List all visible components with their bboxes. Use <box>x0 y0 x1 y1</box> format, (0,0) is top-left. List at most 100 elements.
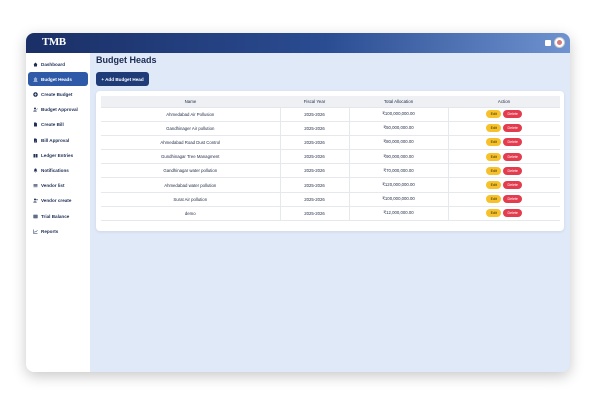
sidebar-item-vendor-create[interactable]: Vendor create <box>28 194 88 208</box>
list-icon <box>33 183 38 188</box>
sidebar-item-notifications[interactable]: Notifications <box>28 163 88 177</box>
cell-fiscal-year: 2025-2026 <box>280 177 350 193</box>
cell-total-allocation: ₹100,000,000.00 <box>349 192 449 207</box>
header-action: Action <box>448 96 560 108</box>
sidebar-item-label: Dashboard <box>41 61 65 67</box>
avatar[interactable] <box>554 37 565 48</box>
cell-name: demo <box>101 206 281 222</box>
menu-icon[interactable] <box>545 40 551 46</box>
delete-button[interactable]: Delete <box>503 195 523 204</box>
cell-name: Gundhinagar Tree Managment <box>101 149 281 165</box>
cell-fiscal-year: 2025-2026 <box>280 121 350 136</box>
bell-icon <box>33 168 38 173</box>
sidebar-item-budget-heads[interactable]: Budget Heads <box>28 72 88 87</box>
cell-name: Surat Air pollution <box>101 192 281 207</box>
sidebar-item-label: Budget Approval <box>41 107 78 113</box>
row-actions: Edit Delete <box>486 124 523 133</box>
table-row: Gundhinagar Tree Managment 2025-2026 ₹90,0… <box>101 149 560 165</box>
sidebar-item-trial-balance[interactable]: Trial Balance <box>28 209 88 223</box>
budget-heads-table: Name Fiscal Year Total Allocation Action… <box>101 96 560 222</box>
sidebar-item-label: Bill Approval <box>41 137 70 143</box>
edit-button[interactable]: Edit <box>486 152 502 161</box>
sidebar-item-label: Create Budget <box>41 91 73 97</box>
delete-button[interactable]: Delete <box>503 209 523 218</box>
sidebar-item-bill-approval[interactable]: Bill Approval <box>28 133 88 147</box>
scale-icon <box>33 214 38 219</box>
delete-button[interactable]: Delete <box>503 181 523 190</box>
row-actions: Edit Delete <box>486 181 523 190</box>
home-icon <box>33 62 38 67</box>
edit-button[interactable]: Edit <box>486 124 502 133</box>
cell-fiscal-year: 2025-2026 <box>280 206 350 222</box>
sidebar-item-label: Vendor create <box>41 198 72 204</box>
file-icon <box>33 122 38 127</box>
page-title: Budget Heads <box>96 55 157 65</box>
delete-button[interactable]: Delete <box>503 110 523 119</box>
sidebar-item-vendor-list[interactable]: Vendor list <box>28 179 88 193</box>
edit-button[interactable]: Edit <box>486 138 502 147</box>
row-actions: Edit Delete <box>486 209 523 218</box>
top-bar: TMB <box>26 33 570 53</box>
sidebar-item-label: Vendor list <box>41 183 65 189</box>
cell-total-allocation: ₹12,000,000.00 <box>349 206 449 222</box>
cell-name: Ahmedabad water pollution <box>101 177 281 193</box>
sidebar-item-label: Budget Heads <box>41 76 72 82</box>
cell-name: Ahmedabad Road Dust Control <box>101 135 281 151</box>
user-plus-icon <box>33 198 38 203</box>
cell-action: Edit Delete <box>448 121 560 136</box>
cell-fiscal-year: 2025-2026 <box>280 135 350 151</box>
cell-total-allocation: ₹100,000,000.00 <box>349 107 449 122</box>
header-name: Name <box>101 96 280 108</box>
table-row: Ahmedabad Air Pollusion 2025-2026 ₹100,000… <box>101 107 560 122</box>
table-row: Ahmedabad water pollution 2025-2026 ₹120,0… <box>101 177 560 193</box>
sidebar-item-budget-approval[interactable]: Budget Approval <box>28 103 88 117</box>
sidebar-item-create-bill[interactable]: Create Bill <box>28 118 88 132</box>
cell-action: Edit Delete <box>448 206 560 222</box>
row-actions: Edit Delete <box>486 110 523 119</box>
plus-circle-icon <box>33 92 38 97</box>
table-row: Ahmedabad Road Dust Control 2025-2026 ₹80,… <box>101 135 560 151</box>
row-actions: Edit Delete <box>486 138 523 147</box>
edit-button[interactable]: Edit <box>486 166 502 175</box>
cell-total-allocation: ₹50,000,000.00 <box>349 121 449 136</box>
cell-action: Edit Delete <box>448 163 560 179</box>
sidebar-item-label: Create Bill <box>41 122 64 128</box>
row-actions: Edit Delete <box>486 152 523 161</box>
delete-button[interactable]: Delete <box>503 124 523 133</box>
cell-name: Gandhinager Air pollution <box>101 121 281 136</box>
cell-total-allocation: ₹80,000,000.00 <box>349 135 449 151</box>
row-actions: Edit Delete <box>486 166 523 175</box>
app-logo[interactable]: TMB <box>42 36 66 48</box>
table-row: Gandhinagar water pollution 2025-2026 ₹70,… <box>101 163 560 179</box>
cell-fiscal-year: 2025-2026 <box>280 149 350 165</box>
sidebar-item-dashboard[interactable]: Dashboard <box>28 57 88 71</box>
sidebar: Dashboard Budget Heads Create Budget Budget… <box>26 53 90 372</box>
header-total-allocation: Total Allocation <box>349 96 448 108</box>
delete-button[interactable]: Delete <box>503 152 523 161</box>
edit-button[interactable]: Edit <box>486 195 502 204</box>
cell-name: Gandhinagar water pollution <box>101 163 281 179</box>
edit-button[interactable]: Edit <box>486 181 502 190</box>
header-fiscal-year: Fiscal Year <box>280 96 349 108</box>
delete-button[interactable]: Delete <box>503 138 523 147</box>
budget-heads-card: Name Fiscal Year Total Allocation Action… <box>96 91 564 231</box>
sidebar-item-ledger-entries[interactable]: Ledger Entries <box>28 148 88 162</box>
cell-fiscal-year: 2025-2026 <box>280 192 350 207</box>
sidebar-item-label: Ledger Entries <box>41 152 74 158</box>
delete-button[interactable]: Delete <box>503 166 523 175</box>
cell-action: Edit Delete <box>448 107 560 122</box>
cell-total-allocation: ₹70,000,000.00 <box>349 163 449 179</box>
check-file-icon <box>33 138 38 143</box>
chart-icon <box>33 229 38 234</box>
add-budget-head-button[interactable]: + Add Budget Head <box>96 72 149 86</box>
cell-total-allocation: ₹90,000,000.00 <box>349 149 449 165</box>
sidebar-item-reports[interactable]: Reports <box>28 224 88 238</box>
edit-button[interactable]: Edit <box>486 209 502 218</box>
cell-action: Edit Delete <box>448 177 560 193</box>
cell-fiscal-year: 2025-2026 <box>280 107 350 122</box>
table-header-row: Name Fiscal Year Total Allocation Action <box>101 96 560 108</box>
row-actions: Edit Delete <box>486 195 523 204</box>
sidebar-item-create-budget[interactable]: Create Budget <box>28 87 88 101</box>
edit-button[interactable]: Edit <box>486 110 502 119</box>
cell-action: Edit Delete <box>448 149 560 165</box>
